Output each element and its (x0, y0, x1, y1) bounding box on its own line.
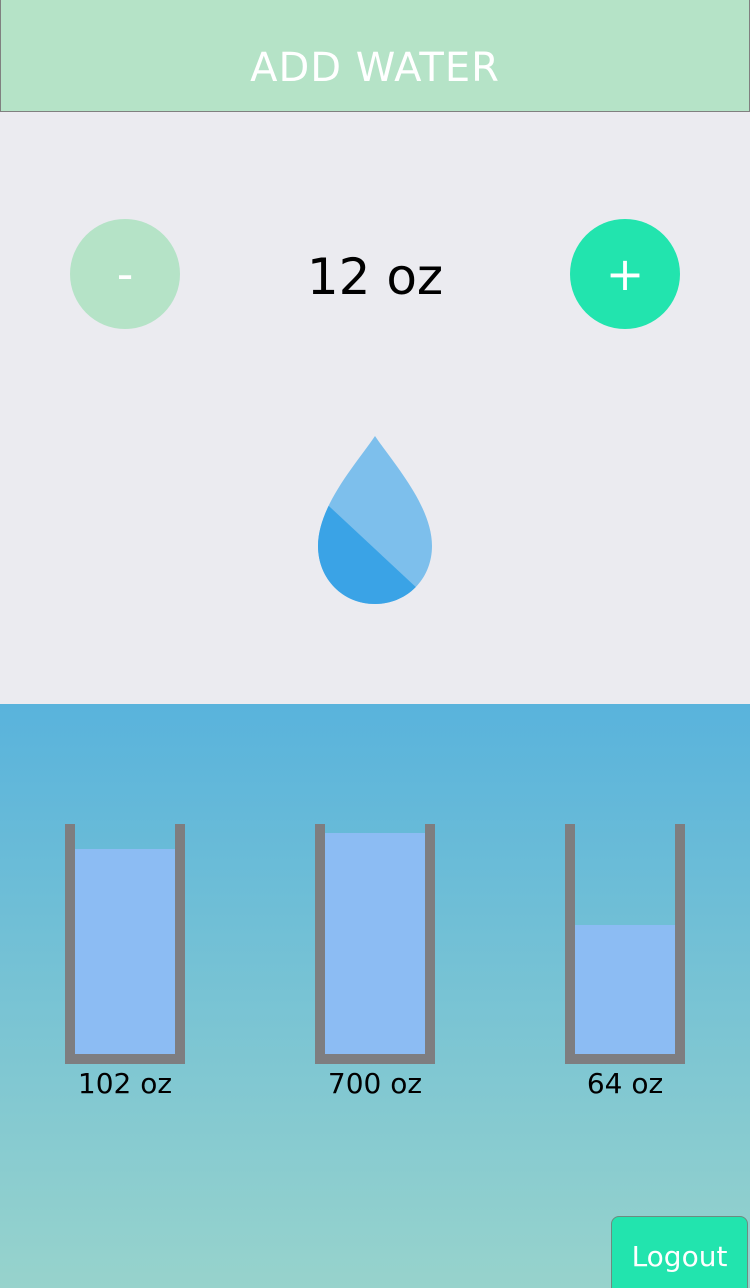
glass-3-label: 64 oz (586, 1067, 664, 1100)
glass-fill (325, 833, 425, 1054)
glass-2-label: 700 oz (327, 1067, 423, 1100)
logout-button[interactable]: Logout (611, 1216, 748, 1288)
add-water-label: ADD WATER (250, 44, 500, 91)
amount-selector: - 12 oz + (0, 112, 750, 704)
water-drop-icon (318, 436, 432, 604)
glass-1 (65, 824, 185, 1064)
glass-fill (75, 849, 175, 1054)
glass-3 (565, 824, 685, 1064)
decrease-amount-button[interactable]: - (70, 219, 180, 329)
amount-value: 12 oz (306, 248, 444, 306)
add-water-button[interactable]: ADD WATER (0, 0, 750, 112)
increase-amount-button[interactable]: + (570, 219, 680, 329)
glass-fill (575, 925, 675, 1054)
water-history: 102 oz 700 oz 64 oz Logout (0, 704, 750, 1288)
glass-1-label: 102 oz (77, 1067, 173, 1100)
glass-2 (315, 824, 435, 1064)
